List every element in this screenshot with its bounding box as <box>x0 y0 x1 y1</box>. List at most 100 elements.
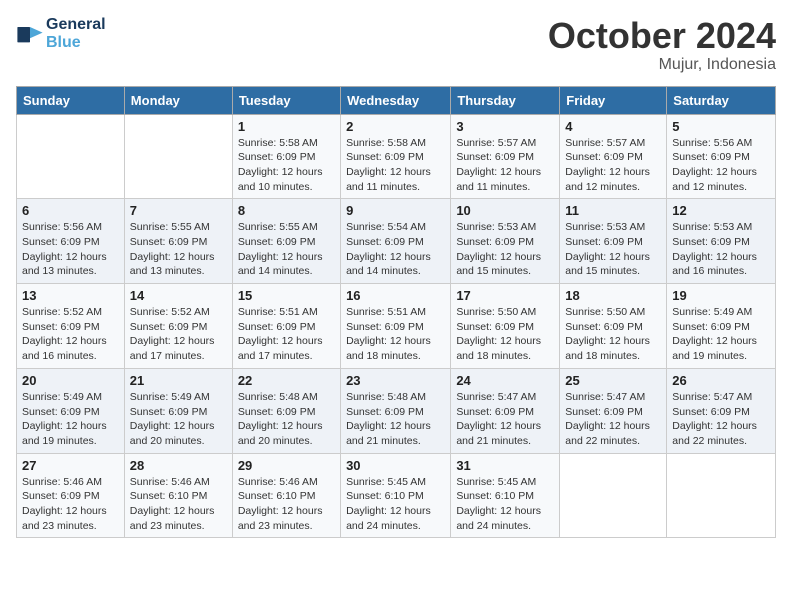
day-info: Sunrise: 5:53 AMSunset: 6:09 PMDaylight:… <box>672 220 770 279</box>
day-info: Sunrise: 5:45 AMSunset: 6:10 PMDaylight:… <box>456 475 554 534</box>
day-number: 26 <box>672 373 770 388</box>
calendar-cell: 22Sunrise: 5:48 AMSunset: 6:09 PMDayligh… <box>232 368 340 453</box>
day-number: 17 <box>456 288 554 303</box>
day-number: 21 <box>130 373 227 388</box>
day-info: Sunrise: 5:55 AMSunset: 6:09 PMDaylight:… <box>238 220 335 279</box>
day-info: Sunrise: 5:45 AMSunset: 6:10 PMDaylight:… <box>346 475 445 534</box>
day-number: 19 <box>672 288 770 303</box>
location-subtitle: Mujur, Indonesia <box>548 56 776 74</box>
calendar-body: 1 Sunrise: 5:58 AMSunset: 6:09 PMDaylight… <box>17 114 776 538</box>
page-header: General Blue October 2024 Mujur, Indones… <box>16 16 776 74</box>
calendar-week-3: 13Sunrise: 5:52 AMSunset: 6:09 PMDayligh… <box>17 284 776 369</box>
day-number: 20 <box>22 373 119 388</box>
day-number: 6 <box>22 203 119 218</box>
calendar-cell: 17 Sunrise: 5:50 AMSunset: 6:09 PMDayligh… <box>451 284 560 369</box>
day-info: Sunrise: 5:54 AMSunset: 6:09 PMDaylight:… <box>346 220 445 279</box>
weekday-header-monday: Monday <box>124 86 232 114</box>
calendar-cell: 9Sunrise: 5:54 AMSunset: 6:09 PMDaylight… <box>341 199 451 284</box>
weekday-header-saturday: Saturday <box>667 86 776 114</box>
calendar-cell: 2Sunrise: 5:58 AMSunset: 6:09 PMDaylight… <box>341 114 451 199</box>
day-info: Sunrise: 5:46 AMSunset: 6:10 PMDaylight:… <box>238 475 335 534</box>
day-number: 12 <box>672 203 770 218</box>
calendar-cell: 29 Sunrise: 5:46 AMSunset: 6:10 PMDayligh… <box>232 453 340 538</box>
calendar-cell: 3 Sunrise: 5:57 AMSunset: 6:09 PMDaylight… <box>451 114 560 199</box>
calendar-cell <box>124 114 232 199</box>
weekday-header-thursday: Thursday <box>451 86 560 114</box>
calendar-cell: 4 Sunrise: 5:57 AMSunset: 6:09 PMDaylight… <box>560 114 667 199</box>
day-info: Sunrise: 5:57 AMSunset: 6:09 PMDaylight:… <box>565 136 661 195</box>
day-number: 5 <box>672 119 770 134</box>
calendar-cell: 11 Sunrise: 5:53 AMSunset: 6:09 PMDayligh… <box>560 199 667 284</box>
calendar-week-4: 20 Sunrise: 5:49 AMSunset: 6:09 PMDayligh… <box>17 368 776 453</box>
day-number: 8 <box>238 203 335 218</box>
calendar-cell: 1 Sunrise: 5:58 AMSunset: 6:09 PMDaylight… <box>232 114 340 199</box>
calendar-cell: 16Sunrise: 5:51 AMSunset: 6:09 PMDayligh… <box>341 284 451 369</box>
day-number: 3 <box>456 119 554 134</box>
calendar-cell: 15 Sunrise: 5:51 AMSunset: 6:09 PMDayligh… <box>232 284 340 369</box>
day-number: 11 <box>565 203 661 218</box>
calendar-cell: 21 Sunrise: 5:49 AMSunset: 6:09 PMDayligh… <box>124 368 232 453</box>
day-number: 27 <box>22 458 119 473</box>
day-info: Sunrise: 5:56 AMSunset: 6:09 PMDaylight:… <box>22 220 119 279</box>
day-number: 2 <box>346 119 445 134</box>
calendar-cell: 26 Sunrise: 5:47 AMSunset: 6:09 PMDayligh… <box>667 368 776 453</box>
day-info: Sunrise: 5:52 AMSunset: 6:09 PMDaylight:… <box>130 305 227 364</box>
day-info: Sunrise: 5:47 AMSunset: 6:09 PMDaylight:… <box>456 390 554 449</box>
calendar-cell: 12 Sunrise: 5:53 AMSunset: 6:09 PMDayligh… <box>667 199 776 284</box>
day-number: 30 <box>346 458 445 473</box>
logo: General Blue <box>16 16 106 52</box>
calendar-week-1: 1 Sunrise: 5:58 AMSunset: 6:09 PMDaylight… <box>17 114 776 199</box>
calendar-cell: 13Sunrise: 5:52 AMSunset: 6:09 PMDayligh… <box>17 284 125 369</box>
day-number: 4 <box>565 119 661 134</box>
day-info: Sunrise: 5:49 AMSunset: 6:09 PMDaylight:… <box>130 390 227 449</box>
day-info: Sunrise: 5:49 AMSunset: 6:09 PMDaylight:… <box>22 390 119 449</box>
day-info: Sunrise: 5:57 AMSunset: 6:09 PMDaylight:… <box>456 136 554 195</box>
calendar-cell: 28 Sunrise: 5:46 AMSunset: 6:10 PMDayligh… <box>124 453 232 538</box>
day-number: 15 <box>238 288 335 303</box>
day-info: Sunrise: 5:49 AMSunset: 6:09 PMDaylight:… <box>672 305 770 364</box>
title-area: October 2024 Mujur, Indonesia <box>548 16 776 74</box>
day-info: Sunrise: 5:50 AMSunset: 6:09 PMDaylight:… <box>456 305 554 364</box>
calendar-cell: 24Sunrise: 5:47 AMSunset: 6:09 PMDayligh… <box>451 368 560 453</box>
day-number: 28 <box>130 458 227 473</box>
calendar-cell: 8 Sunrise: 5:55 AMSunset: 6:09 PMDaylight… <box>232 199 340 284</box>
day-info: Sunrise: 5:48 AMSunset: 6:09 PMDaylight:… <box>346 390 445 449</box>
calendar-cell <box>667 453 776 538</box>
weekday-header-friday: Friday <box>560 86 667 114</box>
calendar-cell: 23 Sunrise: 5:48 AMSunset: 6:09 PMDayligh… <box>341 368 451 453</box>
day-info: Sunrise: 5:46 AMSunset: 6:10 PMDaylight:… <box>130 475 227 534</box>
calendar-cell: 7Sunrise: 5:55 AMSunset: 6:09 PMDaylight… <box>124 199 232 284</box>
logo-icon <box>16 20 44 48</box>
day-number: 14 <box>130 288 227 303</box>
day-info: Sunrise: 5:46 AMSunset: 6:09 PMDaylight:… <box>22 475 119 534</box>
day-info: Sunrise: 5:53 AMSunset: 6:09 PMDaylight:… <box>565 220 661 279</box>
calendar-cell: 25Sunrise: 5:47 AMSunset: 6:09 PMDayligh… <box>560 368 667 453</box>
calendar-week-2: 6 Sunrise: 5:56 AMSunset: 6:09 PMDaylight… <box>17 199 776 284</box>
weekday-header-wednesday: Wednesday <box>341 86 451 114</box>
day-number: 16 <box>346 288 445 303</box>
calendar-week-5: 27 Sunrise: 5:46 AMSunset: 6:09 PMDayligh… <box>17 453 776 538</box>
day-info: Sunrise: 5:47 AMSunset: 6:09 PMDaylight:… <box>565 390 661 449</box>
day-info: Sunrise: 5:47 AMSunset: 6:09 PMDaylight:… <box>672 390 770 449</box>
calendar-cell: 14 Sunrise: 5:52 AMSunset: 6:09 PMDayligh… <box>124 284 232 369</box>
logo-text: General Blue <box>46 16 106 52</box>
calendar-cell: 18 Sunrise: 5:50 AMSunset: 6:09 PMDayligh… <box>560 284 667 369</box>
day-number: 1 <box>238 119 335 134</box>
day-number: 22 <box>238 373 335 388</box>
day-info: Sunrise: 5:53 AMSunset: 6:09 PMDaylight:… <box>456 220 554 279</box>
day-info: Sunrise: 5:52 AMSunset: 6:09 PMDaylight:… <box>22 305 119 364</box>
day-number: 18 <box>565 288 661 303</box>
day-number: 10 <box>456 203 554 218</box>
day-number: 29 <box>238 458 335 473</box>
day-number: 23 <box>346 373 445 388</box>
weekday-header-tuesday: Tuesday <box>232 86 340 114</box>
day-info: Sunrise: 5:50 AMSunset: 6:09 PMDaylight:… <box>565 305 661 364</box>
day-info: Sunrise: 5:51 AMSunset: 6:09 PMDaylight:… <box>238 305 335 364</box>
day-number: 7 <box>130 203 227 218</box>
calendar-cell: 20 Sunrise: 5:49 AMSunset: 6:09 PMDayligh… <box>17 368 125 453</box>
day-number: 31 <box>456 458 554 473</box>
day-info: Sunrise: 5:58 AMSunset: 6:09 PMDaylight:… <box>238 136 335 195</box>
month-title: October 2024 <box>548 16 776 56</box>
weekday-header-row: SundayMondayTuesdayWednesdayThursdayFrid… <box>17 86 776 114</box>
calendar-cell: 30 Sunrise: 5:45 AMSunset: 6:10 PMDayligh… <box>341 453 451 538</box>
